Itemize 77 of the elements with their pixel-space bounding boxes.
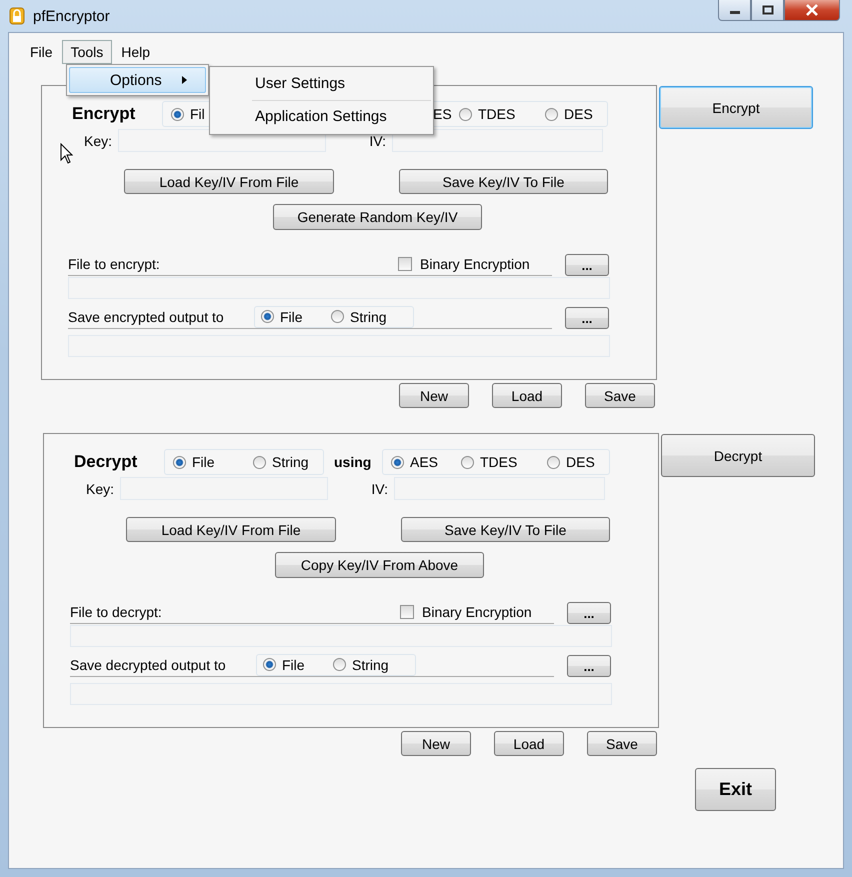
key-iv-button[interactable]: Generate Random Key/IV	[273, 204, 482, 230]
radio-label: File	[280, 308, 303, 324]
radio-button[interactable]	[171, 108, 184, 120]
radio-button[interactable]	[547, 456, 560, 468]
footer-button[interactable]: Load	[492, 383, 562, 408]
radio-label: File	[282, 656, 305, 672]
mouse-pointer-icon	[60, 143, 73, 164]
radio-button[interactable]	[331, 310, 344, 323]
action-button[interactable]: Decrypt	[661, 434, 815, 477]
footer-button[interactable]: Save	[585, 383, 655, 408]
radio-label: DES	[564, 106, 593, 122]
close-icon	[805, 4, 819, 16]
checkbox[interactable]	[398, 256, 412, 270]
output-label: Save encrypted output to	[68, 308, 225, 324]
browse-button[interactable]: ...	[565, 307, 609, 329]
iv-label: IV:	[368, 132, 387, 148]
radio-button[interactable]	[461, 456, 474, 468]
radio-label: AES	[410, 454, 438, 470]
browse-button[interactable]: ...	[567, 655, 611, 677]
iv-label: IV:	[370, 480, 389, 496]
radio-button[interactable]	[263, 658, 276, 671]
radio-label: ES	[433, 106, 452, 122]
key-iv-button[interactable]: Copy Key/IV From Above	[275, 552, 484, 578]
using-label: using	[334, 454, 372, 470]
radio-button[interactable]	[391, 456, 404, 468]
menu-item[interactable]: User Settings	[212, 70, 431, 98]
radio-label: TDES	[478, 106, 516, 122]
load-key-button[interactable]: Load Key/IV From File	[124, 169, 334, 194]
section-title: Encrypt	[72, 104, 136, 124]
maximize-button[interactable]	[751, 0, 784, 21]
radio-button[interactable]	[545, 108, 558, 120]
menu-item[interactable]: File	[21, 40, 62, 64]
radio-label: TDES	[480, 454, 518, 470]
radio-label: File	[192, 454, 215, 470]
checkbox-label: Binary Encryption	[422, 604, 532, 620]
radio-button[interactable]	[261, 310, 274, 323]
key-label: Key:	[82, 132, 113, 148]
menu-item[interactable]: Tools	[62, 40, 112, 64]
window-title: pfEncryptor	[33, 8, 110, 24]
maximize-icon	[762, 5, 774, 15]
radio-button[interactable]	[459, 108, 472, 120]
save-key-button[interactable]: Save Key/IV To File	[401, 517, 610, 542]
footer-button[interactable]: Save	[587, 731, 657, 756]
radio-button[interactable]	[253, 456, 266, 468]
footer-button[interactable]: New	[401, 731, 471, 756]
checkbox-label: Binary Encryption	[420, 256, 530, 272]
browse-button[interactable]: ...	[565, 254, 609, 276]
action-button[interactable]: Encrypt	[659, 86, 813, 129]
footer-button[interactable]: Load	[494, 731, 564, 756]
file-path-field[interactable]	[68, 277, 610, 299]
submenu-arrow-icon	[182, 76, 187, 84]
menu-item[interactable]: Options	[69, 67, 206, 93]
menu-item[interactable]: Application Settings	[212, 103, 431, 131]
minimize-button[interactable]	[718, 0, 751, 21]
radio-label: Fil	[190, 106, 205, 122]
padlock-icon	[9, 7, 25, 25]
radio-label: DES	[566, 454, 595, 470]
file-path-field[interactable]	[70, 625, 612, 647]
radio-label: String	[352, 656, 389, 672]
save-key-button[interactable]: Save Key/IV To File	[399, 169, 608, 194]
checkbox[interactable]	[400, 604, 414, 618]
menu-item[interactable]: Help	[112, 40, 160, 64]
radio-label: String	[272, 454, 309, 470]
radio-button[interactable]	[333, 658, 346, 671]
close-button[interactable]	[784, 0, 840, 21]
radio-label: String	[350, 308, 387, 324]
file-label: File to decrypt:	[70, 604, 163, 620]
radio-button[interactable]	[173, 456, 186, 468]
load-key-button[interactable]: Load Key/IV From File	[126, 517, 336, 542]
footer-button[interactable]: New	[399, 383, 469, 408]
browse-button[interactable]: ...	[567, 602, 611, 624]
section-title: Decrypt	[74, 452, 138, 472]
file-label: File to encrypt:	[68, 256, 161, 272]
output-label: Save decrypted output to	[70, 656, 227, 672]
iv-field[interactable]	[392, 129, 603, 152]
exit-button[interactable]: Exit	[695, 768, 776, 811]
key-label: Key:	[84, 480, 115, 496]
